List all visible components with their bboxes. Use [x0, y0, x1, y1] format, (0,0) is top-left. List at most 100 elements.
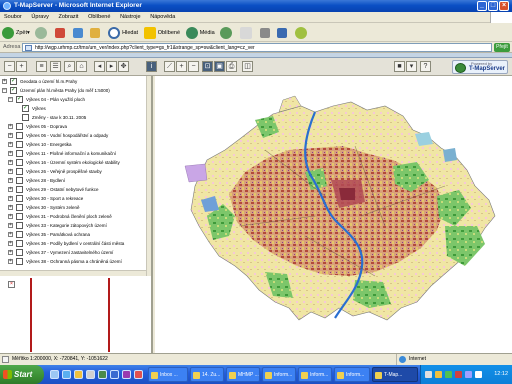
- select-button[interactable]: ⊡: [202, 61, 213, 72]
- layer-expander[interactable]: +: [8, 124, 13, 129]
- media-button[interactable]: Média: [184, 23, 217, 42]
- quicklaunch-explorer-icon[interactable]: [86, 370, 95, 379]
- layer-expander[interactable]: +: [8, 160, 13, 165]
- mail-button[interactable]: [238, 23, 256, 42]
- layer-checkbox[interactable]: [16, 258, 23, 265]
- layer-checkbox[interactable]: [16, 141, 23, 148]
- close-button[interactable]: ×: [499, 1, 509, 11]
- layer-label[interactable]: Výkres 04 - Plán využití ploch: [26, 95, 85, 104]
- layer-label[interactable]: Výkres: [32, 104, 46, 113]
- layer-expander[interactable]: +: [2, 79, 7, 84]
- layer-label[interactable]: Výkres 28 - Bydlení: [26, 176, 65, 185]
- prague-land-use-map[interactable]: [155, 76, 512, 353]
- print-map-button[interactable]: ⎙: [226, 61, 237, 72]
- home-map-button[interactable]: ⌂: [76, 61, 87, 72]
- zoom-out-button[interactable]: −: [188, 61, 199, 72]
- layer-label[interactable]: Územní plán hl.města Prahy (do měř 1:500…: [20, 86, 110, 95]
- quicklaunch-media-icon[interactable]: [98, 370, 107, 379]
- layer-checkbox[interactable]: ✓: [10, 87, 17, 94]
- layer-expander[interactable]: −: [8, 97, 13, 102]
- info-icon[interactable]: i: [146, 61, 157, 72]
- layer-expander[interactable]: +: [8, 187, 13, 192]
- layer-expander[interactable]: +: [8, 241, 13, 246]
- tray-network-icon[interactable]: [425, 371, 432, 378]
- layer-expander[interactable]: +: [8, 232, 13, 237]
- refresh-button[interactable]: [71, 23, 87, 42]
- layer-checkbox[interactable]: [16, 132, 23, 139]
- menu-help[interactable]: Nápověda: [146, 12, 179, 23]
- menu-edit[interactable]: Úpravy: [27, 12, 52, 23]
- layer-expander[interactable]: +: [8, 214, 13, 219]
- quicklaunch-word-icon[interactable]: [110, 370, 119, 379]
- layer-checkbox[interactable]: [16, 123, 23, 130]
- layer-label[interactable]: Výkres 37 - Vymezení zastavitelného územ…: [26, 248, 113, 257]
- legend-button[interactable]: ☰: [50, 61, 61, 72]
- minimize-button[interactable]: _: [477, 1, 487, 11]
- pan-button[interactable]: ✥: [118, 61, 129, 72]
- history-button[interactable]: [218, 23, 236, 42]
- home-button[interactable]: [88, 23, 104, 42]
- menu-tools[interactable]: Nástroje: [116, 12, 144, 23]
- layer-checkbox[interactable]: [22, 114, 29, 121]
- help-button[interactable]: ?: [420, 61, 431, 72]
- taskbar-item[interactable]: MHMP ...: [226, 367, 260, 382]
- layer-label[interactable]: Výkres 30 - Systém zeleně: [26, 203, 80, 212]
- quicklaunch-desktop-icon[interactable]: [50, 370, 59, 379]
- tree-expand-button[interactable]: +: [16, 61, 27, 72]
- layer-expander[interactable]: +: [8, 178, 13, 183]
- layer-checkbox[interactable]: ✓: [16, 96, 23, 103]
- layer-checkbox[interactable]: [16, 168, 23, 175]
- layer-expander[interactable]: +: [8, 169, 13, 174]
- overview-button[interactable]: ◫: [242, 61, 253, 72]
- back-view-button[interactable]: ◂: [94, 61, 105, 72]
- tray-language-icon[interactable]: [475, 371, 482, 378]
- tree-horizontal-scrollbar[interactable]: [0, 270, 146, 276]
- tree-vertical-scrollbar[interactable]: [146, 76, 151, 276]
- forward-button[interactable]: [33, 23, 51, 42]
- layer-checkbox[interactable]: [16, 213, 23, 220]
- search-layer-button[interactable]: ⌕: [64, 61, 75, 72]
- favorites-button[interactable]: Oblíbené: [142, 23, 182, 42]
- back-button[interactable]: Zpět ▾: [0, 23, 32, 42]
- layer-label[interactable]: Výkres 35 - Památková ochrana: [26, 230, 90, 239]
- scale-dropdown-button[interactable]: ▾: [406, 61, 417, 72]
- layer-checkbox[interactable]: [16, 177, 23, 184]
- layer-label[interactable]: Výkres 38 - Ochranná pásma a chráněná úz…: [26, 257, 122, 266]
- forward-view-button[interactable]: ▸: [106, 61, 117, 72]
- tray-sound-icon[interactable]: [465, 371, 472, 378]
- taskbar-item[interactable]: Inbox ...: [148, 367, 188, 382]
- layer-label[interactable]: Výkres 36 - Podíly bydlení v centrální č…: [26, 239, 124, 248]
- measure-button[interactable]: ⟋: [164, 61, 175, 72]
- layer-expander[interactable]: +: [8, 205, 13, 210]
- layer-label[interactable]: Výkres 30 - Sport a rekreace: [26, 194, 83, 203]
- taskbar-item[interactable]: T-Map...: [372, 367, 418, 382]
- search-button[interactable]: Hledat: [106, 23, 140, 42]
- layer-checkbox[interactable]: [16, 186, 23, 193]
- layer-expander[interactable]: +: [8, 142, 13, 147]
- layer-label[interactable]: Výkres 11 - Plošné informační a komunika…: [26, 149, 116, 158]
- layer-checkbox[interactable]: [16, 222, 23, 229]
- quicklaunch-app-icon[interactable]: [122, 370, 131, 379]
- menu-file[interactable]: Soubor: [0, 12, 26, 23]
- menu-favorites[interactable]: Oblíbené: [84, 12, 114, 23]
- layer-expander[interactable]: +: [8, 196, 13, 201]
- start-button[interactable]: Start: [0, 365, 44, 384]
- layer-checkbox[interactable]: [16, 204, 23, 211]
- taskbar-item[interactable]: 14. Zu...: [190, 367, 224, 382]
- layer-label[interactable]: Výkres 26 - Veřejně prospěšné stavby: [26, 167, 102, 176]
- tray-antivirus-icon[interactable]: [445, 371, 452, 378]
- tree-collapse-button[interactable]: −: [4, 61, 15, 72]
- stop-button[interactable]: [53, 23, 69, 42]
- layer-label[interactable]: Výkres 10 - Energetika: [26, 140, 72, 149]
- edit-button[interactable]: [275, 23, 291, 42]
- layer-label[interactable]: Výkres 33 - Kategorie zátopových území: [26, 221, 107, 230]
- layer-label[interactable]: Výkres 31 - Podrobná členění ploch zelen…: [26, 212, 112, 221]
- tray-alert-icon[interactable]: [455, 371, 462, 378]
- tray-shield-icon[interactable]: [435, 371, 442, 378]
- layer-label[interactable]: Výkres 05 - Doprava: [26, 122, 67, 131]
- layer-expander[interactable]: +: [8, 250, 13, 255]
- quicklaunch-app2-icon[interactable]: [134, 370, 143, 379]
- layer-checkbox[interactable]: [16, 150, 23, 157]
- layer-checkbox[interactable]: ✓: [22, 105, 29, 112]
- layer-checkbox[interactable]: [16, 249, 23, 256]
